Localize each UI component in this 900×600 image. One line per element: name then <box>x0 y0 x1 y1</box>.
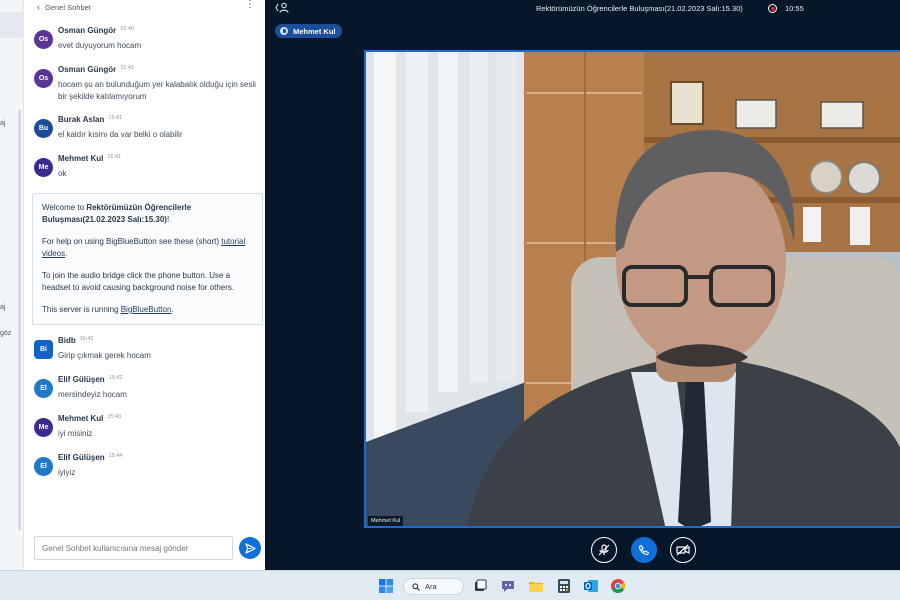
taskbar-search[interactable]: Ara <box>403 578 464 595</box>
message-text: mersindeyiz hocam <box>58 390 127 399</box>
talker-name: Mehmet Kul <box>293 26 336 36</box>
avatar: Bi <box>34 340 53 359</box>
bigbluebutton-link[interactable]: BigBlueButton <box>121 305 172 314</box>
message-author: Osman Güngör 15:41 <box>58 65 134 74</box>
message-author: Mehmet Kul 15:41 <box>58 154 122 163</box>
chat-message-input[interactable] <box>34 536 233 560</box>
message-author: Bidb 15:42 <box>58 336 94 345</box>
message-time: 15:40 <box>120 26 134 32</box>
taskbar: Ara <box>0 570 900 600</box>
toggle-user-list-button[interactable] <box>275 2 289 16</box>
message-text: evet duyuyorum hocam <box>58 41 142 50</box>
webcam-video[interactable] <box>364 50 900 528</box>
user-list-text-fragment: aj <box>0 304 6 311</box>
webcam-image <box>366 52 900 526</box>
leave-audio-button[interactable] <box>631 537 657 563</box>
avatar: Me <box>34 158 53 177</box>
chat-title[interactable]: Genel Sohbet <box>45 3 91 12</box>
message-time: 15:42 <box>79 336 94 342</box>
task-view-icon[interactable] <box>472 578 488 594</box>
user-list-selected-item[interactable] <box>0 12 24 38</box>
chrome-icon[interactable] <box>610 578 626 594</box>
message-author: Elif Gülüşen 15:44 <box>58 453 123 462</box>
message-text: iyi misiniz <box>58 429 93 438</box>
phone-icon <box>638 544 650 556</box>
message-time: 15:41 <box>108 115 123 121</box>
message-time: 15:44 <box>108 453 123 459</box>
webcam-user-label: Mehmet Kul <box>368 516 404 526</box>
avatar: El <box>34 457 53 476</box>
more-options-icon[interactable]: ⋮ <box>245 0 255 10</box>
message-text: hocam şu an bulunduğum yer kalabalık old… <box>58 80 256 101</box>
user-list-text-fragment: göz <box>0 330 12 337</box>
message-text: iyiyiz <box>58 468 76 477</box>
camera-off-icon <box>676 544 690 556</box>
message-text: el kaldır kısmı da var belki o olabilir <box>58 130 183 139</box>
user-list-text-fragment: aj <box>0 120 6 127</box>
chat-panel: ‹ Genel Sohbet ⋮ Os Osman Güngör 15:40 ev… <box>24 0 265 570</box>
windows-start-icon[interactable] <box>378 578 394 594</box>
microphone-off-icon <box>598 544 610 556</box>
chevron-left-icon[interactable]: ‹ <box>37 2 40 12</box>
welcome-message: Welcome to Rektörümüzün Öğrencilerle Bul… <box>32 193 263 325</box>
outlook-icon[interactable] <box>583 578 599 594</box>
file-explorer-icon[interactable] <box>528 578 544 594</box>
calculator-icon[interactable] <box>556 578 572 594</box>
meeting-title: Rektörümüzün Öğrencilerle Buluşması(21.0… <box>536 4 743 13</box>
send-message-button[interactable] <box>239 537 261 559</box>
avatar: Me <box>34 418 53 437</box>
message-time: 15:41 <box>120 65 134 71</box>
message-author: Burak Aslan 15:41 <box>58 115 123 124</box>
message-time: 15:42 <box>108 375 123 381</box>
message-time: 15:43 <box>107 414 122 420</box>
microphone-icon <box>280 27 288 35</box>
avatar: El <box>34 379 53 398</box>
message-author: Mehmet Kul 15:43 <box>58 414 122 423</box>
message-author: Osman Güngör 15:40 <box>58 26 134 35</box>
send-icon <box>244 542 256 554</box>
avatar: Os <box>34 30 53 49</box>
user-list-icon <box>275 2 289 13</box>
message-time: 15:41 <box>107 154 122 160</box>
recording-indicator-icon[interactable] <box>768 4 777 13</box>
chat-header: ‹ Genel Sohbet ⋮ <box>24 0 265 14</box>
search-label: Ara <box>425 582 437 591</box>
teams-chat-icon[interactable] <box>500 578 516 594</box>
share-webcam-button[interactable] <box>670 537 696 563</box>
mute-button[interactable] <box>591 537 617 563</box>
search-icon <box>412 582 420 591</box>
message-text: Girip çıkmak gerek hocam <box>58 351 151 360</box>
talking-indicator[interactable]: Mehmet Kul <box>275 24 342 38</box>
user-list-panel: aj aj göz <box>0 0 24 570</box>
avatar: Os <box>34 69 53 88</box>
message-text: ok <box>58 169 67 178</box>
recording-time: 10:55 <box>785 4 804 13</box>
user-list-scrollbar[interactable] <box>18 110 21 530</box>
avatar: Bu <box>34 119 53 138</box>
message-author: Elif Gülüşen 15:42 <box>58 375 123 384</box>
